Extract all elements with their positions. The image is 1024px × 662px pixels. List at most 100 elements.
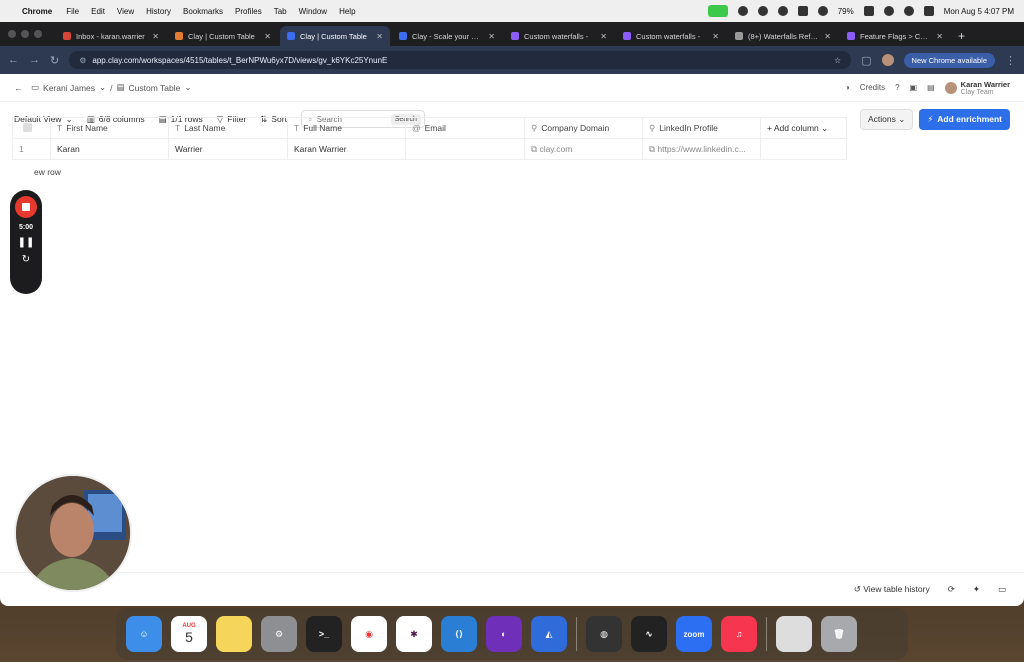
profile-avatar-icon[interactable] <box>881 54 894 66</box>
close-icon[interactable]: ✕ <box>376 32 383 41</box>
control-center-icon[interactable] <box>923 6 934 16</box>
chevron-down-icon[interactable]: ⌄ <box>184 82 191 93</box>
column-header-company-domain[interactable]: ⚲ Company Domain <box>524 117 643 139</box>
firefox-icon[interactable]: ◐ <box>486 616 522 652</box>
tableplus-icon[interactable]: ◭ <box>531 616 567 652</box>
cell-first-name[interactable]: Karan <box>50 138 169 160</box>
cell-last-name[interactable]: Warrier <box>168 138 288 160</box>
close-icon[interactable]: ✕ <box>712 32 719 41</box>
cell-full-name[interactable]: Karan Warrier <box>287 138 406 160</box>
back-arrow-icon[interactable]: ← <box>14 83 23 93</box>
browser-tab[interactable]: (8+) Waterfalls Refa… ✕ <box>728 26 838 46</box>
sparkle-icon[interactable]: ✦ <box>973 584 980 595</box>
activity-monitor-icon[interactable]: ∿ <box>631 616 667 652</box>
add-column-button[interactable]: + Add column ⌄ <box>760 117 847 139</box>
menu-file[interactable]: File <box>66 7 79 16</box>
cell-linkedin-profile[interactable]: ⧉ https://www.linkedin.c... <box>642 138 761 160</box>
stop-recording-button[interactable] <box>15 196 37 218</box>
extensions-icon[interactable]: ▢ <box>861 54 871 67</box>
minimize-window-icon[interactable] <box>21 30 29 38</box>
menu-help[interactable]: Help <box>339 7 355 16</box>
browser-tab-active[interactable]: Clay | Custom Table ✕ <box>280 26 390 46</box>
select-all-checkbox[interactable] <box>12 117 51 139</box>
breadcrumb-table[interactable]: Custom Table <box>129 83 181 93</box>
menubar-clock[interactable]: Mon Aug 5 4:07 PM <box>944 7 1014 16</box>
menu-edit[interactable]: Edit <box>91 7 105 16</box>
actions-button[interactable]: Actions ⌄ <box>859 108 914 130</box>
notes-icon[interactable] <box>216 616 252 652</box>
add-enrichment-button[interactable]: ⚡ Add enrichment <box>919 108 1010 130</box>
url-bar[interactable]: ⚙ app.clay.com/workspaces/4515/tables/t_… <box>69 51 852 69</box>
menu-history[interactable]: History <box>146 7 171 16</box>
close-icon[interactable]: ✕ <box>936 32 943 41</box>
menu-window[interactable]: Window <box>299 7 327 16</box>
reload-icon[interactable]: ↻ <box>50 54 59 67</box>
cell-email[interactable] <box>405 138 525 160</box>
gift-icon[interactable]: ▤ <box>927 83 935 92</box>
gear-icon[interactable] <box>737 6 748 16</box>
music-icon[interactable]: ♫ <box>721 616 757 652</box>
webcam-bubble[interactable] <box>14 474 132 592</box>
facetime-icon[interactable] <box>707 5 728 17</box>
close-icon[interactable]: ✕ <box>488 32 495 41</box>
settings-icon[interactable]: ⚙ <box>261 616 297 652</box>
close-icon[interactable]: ✕ <box>824 32 831 41</box>
linear-icon[interactable]: ◍ <box>586 616 622 652</box>
vscode-icon[interactable]: ⟨⟩ <box>441 616 477 652</box>
column-header-email[interactable]: @ Email <box>405 117 525 139</box>
column-header-linkedin-profile[interactable]: ⚲ LinkedIn Profile <box>642 117 761 139</box>
trash-icon[interactable]: 🗑 <box>821 616 857 652</box>
vpn-icon[interactable] <box>757 6 768 16</box>
table-row[interactable]: 1 Karan Warrier Karan Warrier ⧉ clay.com… <box>12 138 847 160</box>
browser-tab[interactable]: Custom waterfalls - ✕ <box>504 26 614 46</box>
calendar-icon[interactable]: AUG 5 <box>171 616 207 652</box>
bluetooth-icon[interactable] <box>797 6 808 16</box>
refresh-icon[interactable]: ⟳ <box>948 584 955 595</box>
chrome-icon[interactable]: ◉ <box>351 616 387 652</box>
close-icon[interactable]: ✕ <box>152 32 159 41</box>
browser-tab[interactable]: Feature Flags > Cus… ✕ <box>840 26 950 46</box>
browser-tab[interactable]: Inbox - karan.warrier ✕ <box>56 26 166 46</box>
documents-stack-icon[interactable] <box>776 616 812 652</box>
more-menu-icon[interactable]: ⋮ <box>1005 54 1016 67</box>
panel-icon[interactable]: ▭ <box>998 584 1006 595</box>
user-menu[interactable]: Karan Warrier Clay Team <box>944 80 1010 96</box>
bookmark-star-icon[interactable]: ☆ <box>834 56 841 65</box>
help-icon[interactable]: ? <box>895 83 899 92</box>
menu-view[interactable]: View <box>117 7 134 16</box>
menu-profiles[interactable]: Profiles <box>235 7 262 16</box>
slack-icon[interactable]: ✱ <box>396 616 432 652</box>
zoom-icon[interactable]: zoom <box>676 616 712 652</box>
close-icon[interactable]: ✕ <box>264 32 271 41</box>
history-button[interactable]: ↺ View table history <box>854 584 930 595</box>
wifi-icon[interactable] <box>883 6 894 16</box>
browser-tab[interactable]: Custom waterfalls - ✕ <box>616 26 726 46</box>
restart-icon[interactable]: ↻ <box>22 254 30 265</box>
menubar-app-name[interactable]: Chrome <box>22 7 52 16</box>
pause-icon[interactable]: ❚❚ <box>18 237 35 248</box>
search-icon[interactable] <box>903 6 914 16</box>
column-header-first-name[interactable]: T First Name <box>50 117 169 139</box>
battery-icon[interactable] <box>863 6 874 16</box>
browser-tab[interactable]: Clay | Custom Table ✕ <box>168 26 278 46</box>
column-header-last-name[interactable]: T Last Name <box>168 117 288 139</box>
browser-tab[interactable]: Clay - Scale your m… ✕ <box>392 26 502 46</box>
close-icon[interactable]: ✕ <box>600 32 607 41</box>
cell-empty[interactable] <box>760 138 847 160</box>
play-icon[interactable] <box>817 6 828 16</box>
new-tab-button[interactable]: + <box>952 26 971 46</box>
menu-tab[interactable]: Tab <box>274 7 287 16</box>
breadcrumb-workspace[interactable]: Kerani James <box>43 83 95 93</box>
inbox-icon[interactable]: ▣ <box>910 83 918 92</box>
menu-bookmarks[interactable]: Bookmarks <box>183 7 223 16</box>
close-window-icon[interactable] <box>8 30 16 38</box>
extension-icon[interactable] <box>777 6 788 16</box>
credits-button[interactable]: Credits <box>860 83 885 92</box>
chevron-down-icon[interactable]: ⌄ <box>99 82 106 93</box>
column-header-full-name[interactable]: T Full Name <box>287 117 406 139</box>
new-row-button[interactable]: ew row <box>34 167 61 177</box>
back-icon[interactable]: ← <box>8 54 19 66</box>
chrome-update-button[interactable]: New Chrome available <box>903 52 995 68</box>
finder-icon[interactable]: ☺ <box>126 616 162 652</box>
checkbox-icon[interactable] <box>23 122 32 132</box>
